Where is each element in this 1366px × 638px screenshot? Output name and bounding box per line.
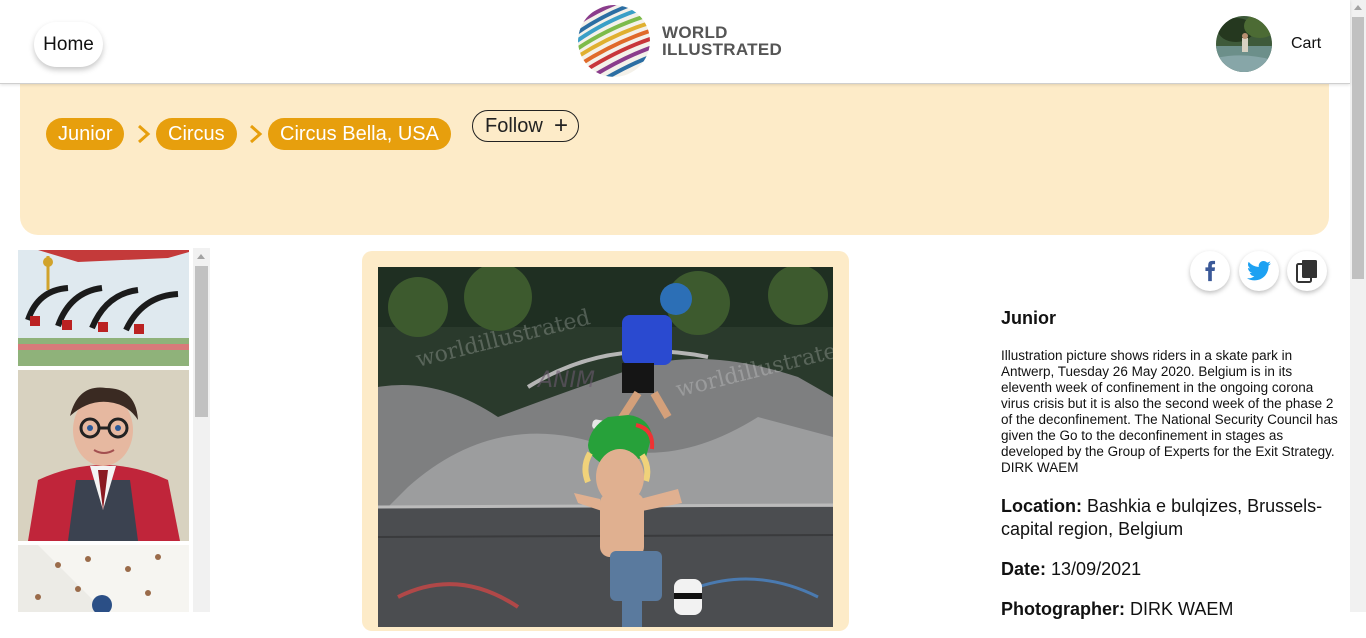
photo-card: ANIM worldillustrated worldillustrated xyxy=(362,251,849,631)
logo-text: WORLD ILLUSTRATED xyxy=(662,24,782,58)
top-header: Home WORLD ILLUSTRATED Cart xyxy=(0,0,1350,84)
date-value: 13/09/2021 xyxy=(1051,559,1142,579)
breadcrumb-circus[interactable]: Circus xyxy=(156,118,237,150)
location-row: Location: Bashkia e bulqizes, Brussels-c… xyxy=(1001,495,1341,541)
location-label: Location: xyxy=(1001,496,1082,516)
logo-line-1: WORLD xyxy=(662,23,728,42)
twitter-share-button[interactable] xyxy=(1239,251,1279,291)
photographer-label: Photographer: xyxy=(1001,599,1125,619)
photo-info-panel: Junior Illustration picture shows riders… xyxy=(1001,308,1341,638)
svg-text:ANIM: ANIM xyxy=(536,368,595,393)
follow-button[interactable]: Follow + xyxy=(472,110,579,142)
home-button[interactable]: Home xyxy=(34,22,103,67)
site-logo[interactable]: WORLD ILLUSTRATED xyxy=(578,5,782,77)
facebook-share-button[interactable] xyxy=(1190,251,1230,291)
chevron-right-icon xyxy=(138,124,151,144)
follow-label: Follow xyxy=(485,115,543,137)
thumbnail-ride[interactable] xyxy=(18,250,189,366)
photo-description: Illustration picture shows riders in a s… xyxy=(1001,348,1338,475)
chevron-right-icon xyxy=(250,124,263,144)
scroll-up-arrow-icon[interactable] xyxy=(1354,5,1362,10)
cart-link[interactable]: Cart xyxy=(1291,35,1321,53)
photo-title: Junior xyxy=(1001,308,1057,328)
main-photo[interactable]: ANIM worldillustrated worldillustrated xyxy=(378,267,833,627)
twitter-icon xyxy=(1247,260,1271,281)
thumbnail-climbing-wall[interactable] xyxy=(18,545,189,612)
thumbnail-scrollbar-thumb[interactable] xyxy=(195,266,208,417)
user-avatar[interactable] xyxy=(1216,16,1272,72)
thumbnail-scrollbar[interactable] xyxy=(193,248,210,612)
thumbnail-wizard-doll[interactable] xyxy=(18,370,189,541)
plus-icon: + xyxy=(553,112,568,139)
page-scrollbar[interactable] xyxy=(1350,0,1366,612)
category-banner: Junior Circus Circus Bella, USA Follow + xyxy=(20,84,1329,235)
date-label: Date: xyxy=(1001,559,1047,579)
date-row: Date: 13/09/2021 xyxy=(1001,558,1341,581)
photographer-row: Photographer: DIRK WAEM xyxy=(1001,598,1341,621)
copy-link-button[interactable] xyxy=(1287,251,1327,291)
logo-line-2: ILLUSTRATED xyxy=(662,40,783,59)
breadcrumb-junior[interactable]: Junior xyxy=(46,118,125,150)
facebook-icon xyxy=(1205,260,1216,282)
globe-logo-icon xyxy=(578,5,650,77)
photographer-value: DIRK WAEM xyxy=(1130,599,1234,619)
breadcrumb-circus-bella[interactable]: Circus Bella, USA xyxy=(268,118,451,150)
page-scrollbar-thumb[interactable] xyxy=(1352,17,1364,279)
scroll-up-arrow-icon[interactable] xyxy=(197,254,205,259)
copy-icon xyxy=(1296,260,1317,283)
thumbnail-list xyxy=(18,250,189,612)
